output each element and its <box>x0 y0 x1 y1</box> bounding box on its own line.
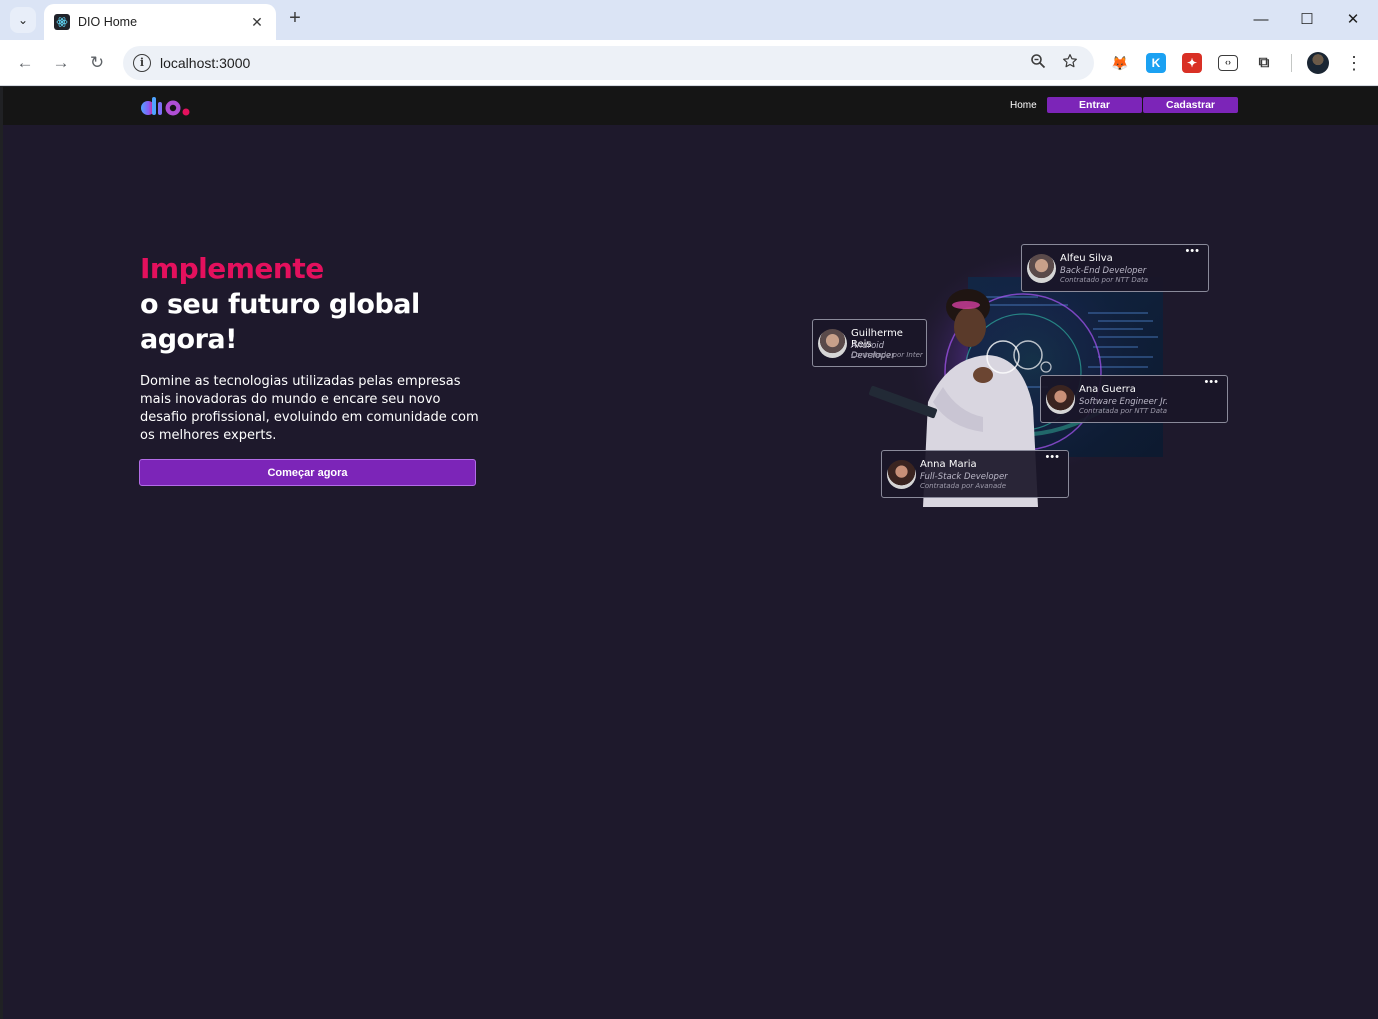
maximize-window-button[interactable]: ☐ <box>1292 8 1322 32</box>
tab-search-button[interactable]: ⌄ <box>10 7 36 33</box>
browser-toolbar: ← → ↻ i localhost:3000 🦊 K ✦ ‹› ⧉ ⋮ <box>0 40 1378 86</box>
avatar <box>818 329 847 358</box>
avatar <box>1027 254 1056 283</box>
login-button[interactable]: Entrar <box>1047 97 1142 113</box>
forward-button[interactable]: → <box>49 51 73 75</box>
devtools-extension-icon[interactable]: ‹› <box>1218 55 1238 71</box>
tab-title: DIO Home <box>78 15 138 29</box>
hero-description: Domine as tecnologias utilizadas pelas e… <box>140 374 479 443</box>
profile-card-alfeu: Alfeu Silva Back-End Developer Contratad… <box>1021 244 1209 292</box>
back-button[interactable]: ← <box>13 51 37 75</box>
avatar <box>887 460 916 489</box>
card-role: Back-End Developer <box>1060 266 1147 276</box>
k-extension-icon[interactable]: K <box>1146 53 1166 73</box>
new-tab-button[interactable]: + <box>284 8 306 30</box>
card-role: Software Engineer Jr. <box>1079 397 1168 407</box>
address-url[interactable]: localhost:3000 <box>160 55 250 71</box>
card-menu-icon[interactable]: ••• <box>1185 245 1200 257</box>
hero-title-accent: Implemente <box>140 252 324 285</box>
nav-home-link[interactable]: Home <box>1010 100 1037 111</box>
hero-title: o seu futuro global agora! <box>140 289 420 355</box>
profile-card-guilherme: Guilherme Reis Android Developer Contrat… <box>812 319 927 367</box>
address-bar[interactable]: i localhost:3000 <box>123 46 1094 80</box>
card-name: Ana Guerra <box>1079 384 1136 395</box>
red-extension-icon[interactable]: ✦ <box>1182 53 1202 73</box>
site-info-icon[interactable]: i <box>133 54 151 72</box>
zoom-icon[interactable] <box>1028 53 1048 73</box>
page-viewport: Home Entrar Cadastrar Implemente o seu f… <box>3 87 1378 1019</box>
dio-logo[interactable] <box>140 95 192 117</box>
signup-button[interactable]: Cadastrar <box>1143 97 1238 113</box>
card-hired: Contratado por Inter <box>851 351 923 359</box>
react-favicon-icon <box>54 14 70 30</box>
site-header: Home Entrar Cadastrar <box>3 87 1378 125</box>
card-menu-icon[interactable]: ••• <box>1045 451 1060 463</box>
browser-menu-icon[interactable]: ⋮ <box>1344 51 1364 75</box>
profile-card-ana: Ana Guerra Software Engineer Jr. Contrat… <box>1040 375 1228 423</box>
extensions-puzzle-icon[interactable]: ⧉ <box>1254 53 1274 73</box>
browser-tabstrip: ⌄ DIO Home ✕ + — ☐ ✕ <box>0 0 1378 40</box>
card-hired: Contratada por NTT Data <box>1079 407 1168 415</box>
avatar <box>1046 385 1075 414</box>
profile-avatar[interactable] <box>1307 52 1329 74</box>
hero-illustration: Alfeu Silva Back-End Developer Contratad… <box>808 237 1228 507</box>
card-role: Full-Stack Developer <box>920 472 1008 482</box>
card-name: Alfeu Silva <box>1060 253 1113 264</box>
close-window-button[interactable]: ✕ <box>1338 8 1368 32</box>
card-menu-icon[interactable]: ••• <box>1204 376 1219 388</box>
reload-button[interactable]: ↻ <box>85 51 109 75</box>
card-hired: Contratada por Avanade <box>920 482 1007 490</box>
start-now-button[interactable]: Começar agora <box>139 459 476 486</box>
card-name: Anna Maria <box>920 459 977 470</box>
tab-close-icon[interactable]: ✕ <box>248 14 266 31</box>
profile-card-anna: Anna Maria Full-Stack Developer Contrata… <box>881 450 1069 498</box>
minimize-window-button[interactable]: — <box>1246 8 1276 32</box>
bookmark-star-icon[interactable] <box>1060 53 1080 73</box>
toolbar-separator <box>1291 54 1292 72</box>
browser-tab-active[interactable]: DIO Home ✕ <box>44 4 276 40</box>
metamask-extension-icon[interactable]: 🦊 <box>1110 53 1130 73</box>
card-hired: Contratado por NTT Data <box>1060 276 1149 284</box>
